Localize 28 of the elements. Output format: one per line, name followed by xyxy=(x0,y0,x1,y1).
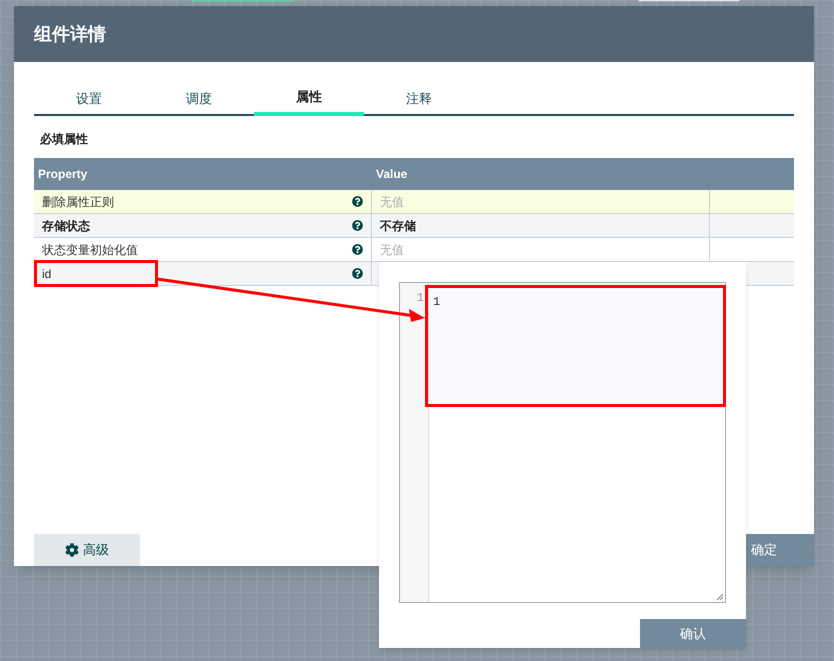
table-cell-text: 无值 xyxy=(380,194,404,210)
confirm-button[interactable]: 确认 xyxy=(640,619,746,648)
tab[interactable]: 调度 xyxy=(144,82,254,116)
table-cell-text: id xyxy=(42,266,52,282)
table-cell-text: 不存储 xyxy=(380,218,416,234)
table-cell-text: 删除属性正则 xyxy=(42,194,114,210)
help-icon[interactable] xyxy=(352,220,363,231)
resize-grip-icon xyxy=(716,593,724,601)
section-title: 必填属性 xyxy=(40,131,89,148)
advanced-button[interactable]: 高级 xyxy=(34,534,140,566)
help-icon[interactable] xyxy=(352,244,363,255)
gear-icon xyxy=(65,543,79,557)
code-text: 1 xyxy=(433,295,440,309)
code-editor[interactable]: 1 1 xyxy=(399,282,726,603)
table-cell-text: 存储状态 xyxy=(42,218,90,234)
table-row[interactable]: 删除属性正则 无值 xyxy=(34,190,794,214)
table-row[interactable]: 存储状态 不存储 xyxy=(34,214,794,238)
dialog-title: 组件详情 xyxy=(34,22,106,46)
column-header[interactable]: Property xyxy=(34,165,372,183)
table-cell-text: 无值 xyxy=(380,242,404,258)
tab[interactable]: 属性 xyxy=(254,82,364,116)
column-header[interactable]: Value xyxy=(372,165,710,183)
help-icon[interactable] xyxy=(352,196,363,207)
table-cell-text: 状态变量初始化值 xyxy=(42,242,138,258)
tab[interactable]: 注释 xyxy=(364,82,474,116)
line-number: 1 xyxy=(416,290,424,307)
help-icon[interactable] xyxy=(352,268,363,279)
tab[interactable]: 设置 xyxy=(34,82,144,116)
